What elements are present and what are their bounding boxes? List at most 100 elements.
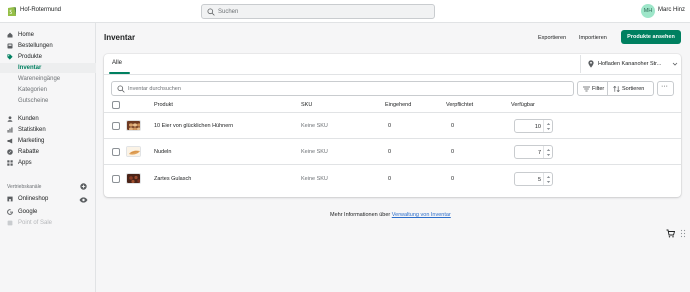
sku-value: Keine SKU (301, 123, 328, 129)
product-image-eggs (127, 121, 140, 130)
cart-icon[interactable] (666, 229, 675, 238)
store-name[interactable]: Hof-Rotermund (20, 7, 61, 13)
global-search[interactable]: Suchen (201, 4, 435, 19)
sort-button[interactable]: Sortieren (607, 81, 654, 96)
search-icon (117, 85, 125, 93)
discount-icon (7, 149, 13, 155)
committed-value: 0 (451, 123, 455, 129)
tab-all[interactable]: Alle (112, 60, 122, 66)
shopify-logo-icon[interactable] (7, 5, 17, 17)
megaphone-icon (7, 138, 13, 144)
stepper-down-icon[interactable] (546, 180, 551, 184)
drag-handle-icon[interactable] (680, 229, 686, 238)
pos-icon (7, 220, 13, 226)
sidebar-item-kunden[interactable]: Kunden (0, 114, 96, 124)
sidebar-item-label: Kategorien (18, 86, 48, 93)
import-button[interactable]: Importieren (579, 35, 607, 41)
sidebar-item-marketing[interactable]: Marketing (0, 136, 96, 146)
view-products-button[interactable]: Produkte ansehen (621, 30, 681, 44)
filter-button[interactable]: Filter (577, 81, 608, 96)
select-all-checkbox[interactable] (112, 101, 120, 109)
incoming-value: 0 (388, 149, 392, 155)
sidebar-item-label: Produkte (18, 53, 43, 60)
product-name-link[interactable]: Nudeln (154, 149, 171, 155)
stepper-down-icon[interactable] (546, 153, 551, 157)
sidebar-item-point-of-sale[interactable]: Point of Sale (0, 218, 96, 228)
row-checkbox[interactable] (112, 175, 120, 183)
available-value[interactable]: 7 (538, 150, 541, 156)
tab-divider (104, 74, 681, 75)
more-horizontal-icon: ··· (661, 83, 668, 90)
sidebar-item-rabatte[interactable]: Rabatte (0, 147, 96, 157)
sidebar-item-apps[interactable]: Apps (0, 158, 96, 168)
tag-icon (7, 54, 13, 60)
search-icon (207, 8, 215, 16)
sidebar-item-label: Point of Sale (18, 219, 53, 226)
stepper-up-icon[interactable] (546, 175, 551, 179)
sidebar-item-label: Apps (18, 159, 32, 166)
column-header-sku[interactable]: SKU (301, 102, 312, 108)
available-value[interactable]: 10 (535, 124, 541, 130)
column-header-incoming[interactable]: Eingehend (385, 102, 411, 108)
stepper-up-icon[interactable] (546, 148, 551, 152)
stepper-arrows (543, 146, 552, 158)
location-selector[interactable]: Hofladen Kananoher Str... (580, 55, 681, 73)
incoming-value: 0 (388, 123, 392, 129)
column-header-committed[interactable]: Verpflichtet (446, 102, 473, 108)
product-thumbnail[interactable] (126, 120, 141, 131)
chevron-down-icon (672, 62, 678, 66)
row-divider (104, 164, 681, 165)
sort-label: Sortieren (622, 85, 645, 92)
available-quantity-stepper[interactable]: 7 (514, 145, 553, 159)
sidebar-item-kategorien[interactable]: Kategorien (0, 85, 96, 95)
store-icon (7, 196, 13, 202)
sidebar-item-produkte[interactable]: Produkte (0, 52, 96, 62)
sidebar-item-home[interactable]: Home (0, 30, 96, 40)
stepper-arrows (543, 120, 552, 132)
avatar[interactable]: MH (641, 4, 655, 18)
product-image-goulash (127, 174, 140, 183)
product-thumbnail[interactable] (126, 146, 141, 157)
row-checkbox[interactable] (112, 148, 120, 156)
eye-icon[interactable] (79, 197, 88, 203)
row-divider (104, 138, 681, 139)
inventory-search-input[interactable]: Inventar durchsuchen (128, 86, 181, 92)
sales-channels-heading: Vertriebskanäle (7, 184, 42, 190)
committed-value: 0 (451, 176, 455, 182)
inventory-help-note: Mehr Informationen über Verwaltung von I… (330, 212, 451, 218)
sidebar-item-bestellungen[interactable]: Bestellungen (0, 41, 96, 51)
product-image-noodles (127, 147, 140, 156)
product-thumbnail[interactable] (126, 173, 141, 184)
sidebar-item-gutscheine[interactable]: Gutscheine (0, 96, 96, 106)
apps-icon (7, 160, 13, 166)
column-header-product[interactable]: Produkt (154, 102, 173, 108)
more-actions-button[interactable]: ··· (657, 81, 674, 96)
sidebar-item-wareneingaenge[interactable]: Wareneingänge (0, 74, 96, 84)
location-pin-icon (588, 60, 594, 68)
page-title: Inventar (104, 33, 136, 42)
column-header-available[interactable]: Verfügbar (511, 102, 535, 108)
row-checkbox[interactable] (112, 122, 120, 130)
manage-inventory-link[interactable]: Verwaltung von Inventar (392, 212, 451, 218)
product-name-link[interactable]: Zartes Gulasch (154, 176, 191, 182)
product-name-link[interactable]: 10 Eier von glücklichen Hühnern (154, 123, 233, 129)
sku-value: Keine SKU (301, 176, 328, 182)
available-quantity-stepper[interactable]: 5 (514, 172, 553, 186)
sidebar-item-inventar[interactable]: Inventar (0, 63, 96, 73)
chart-icon (7, 127, 13, 133)
orders-icon (7, 43, 13, 49)
available-value[interactable]: 5 (538, 177, 541, 183)
available-quantity-stepper[interactable]: 10 (514, 119, 553, 133)
sku-value: Keine SKU (301, 149, 328, 155)
add-channel-icon[interactable] (80, 183, 87, 190)
inventory-search-field[interactable]: Inventar durchsuchen (111, 81, 574, 96)
user-name[interactable]: Marc Hinz (658, 7, 685, 13)
export-button[interactable]: Exportieren (538, 35, 566, 41)
sidebar-item-google[interactable]: Google (0, 207, 96, 217)
stepper-up-icon[interactable] (546, 122, 551, 126)
stepper-down-icon[interactable] (546, 127, 551, 131)
sidebar-item-label: Google (18, 208, 38, 215)
search-input[interactable]: Suchen (218, 9, 238, 15)
sidebar-item-label: Gutscheine (18, 97, 49, 104)
sidebar-item-statistiken[interactable]: Statistiken (0, 125, 96, 135)
